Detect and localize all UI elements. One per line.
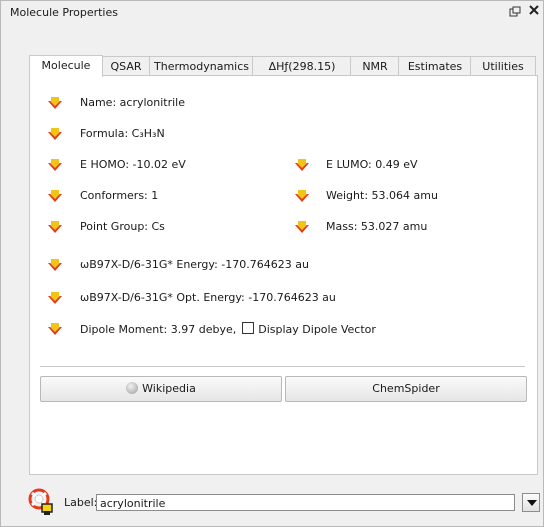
name-label: Name: acrylonitrile bbox=[80, 96, 186, 109]
e-homo-label: E HOMO: -10.02 eV bbox=[80, 158, 186, 171]
property-marker-icon[interactable] bbox=[48, 128, 62, 140]
label-dropdown-button[interactable] bbox=[522, 493, 540, 512]
tab-molecule[interactable]: Molecule bbox=[29, 55, 103, 77]
property-marker-icon[interactable] bbox=[48, 221, 62, 233]
tab-utilities[interactable]: Utilities bbox=[470, 56, 536, 76]
title-bar: Molecule Properties bbox=[1, 1, 543, 25]
wikipedia-button-label: Wikipedia bbox=[142, 382, 196, 395]
property-marker-icon[interactable] bbox=[295, 159, 309, 171]
property-marker-icon[interactable] bbox=[48, 259, 62, 271]
weight-label: Weight: 53.064 amu bbox=[326, 189, 438, 202]
label-prefix: Label: bbox=[64, 496, 98, 509]
pointgroup-mass-row: Point Group: Cs Mass: 53.027 amu bbox=[30, 220, 530, 236]
molecule-label-icon[interactable] bbox=[27, 488, 57, 516]
chemspider-button-label: ChemSpider bbox=[372, 382, 440, 395]
window-title: Molecule Properties bbox=[10, 6, 118, 19]
display-dipole-checkbox[interactable] bbox=[242, 322, 255, 334]
dipole-row: Dipole Moment: 3.97 debye, Display Dipole… bbox=[30, 322, 510, 338]
conformers-label: Conformers: 1 bbox=[80, 189, 159, 202]
display-dipole-label[interactable]: Display Dipole Vector bbox=[258, 323, 376, 336]
tab-qsar[interactable]: QSAR bbox=[101, 56, 151, 76]
wikipedia-button[interactable]: Wikipedia bbox=[40, 376, 282, 402]
molecule-properties-window: Molecule Properties Molecule QSAR Thermo… bbox=[0, 0, 544, 527]
e-lumo-label: E LUMO: 0.49 eV bbox=[326, 158, 418, 171]
point-group-label: Point Group: Cs bbox=[80, 220, 165, 233]
property-marker-icon[interactable] bbox=[48, 159, 62, 171]
property-marker-icon[interactable] bbox=[48, 323, 62, 335]
wikipedia-globe-icon bbox=[126, 382, 139, 394]
property-marker-icon[interactable] bbox=[295, 190, 309, 202]
molecule-label-input[interactable]: acrylonitrile bbox=[96, 494, 515, 511]
mass-label: Mass: 53.027 amu bbox=[326, 220, 428, 233]
panel-divider bbox=[40, 366, 525, 367]
molecule-tab-panel: Name: acrylonitrile Formula: C₃H₃N E HOM… bbox=[29, 75, 538, 475]
tab-estimates[interactable]: Estimates bbox=[398, 56, 472, 76]
conformers-weight-row: Conformers: 1 Weight: 53.064 amu bbox=[30, 189, 530, 205]
dipole-line: Dipole Moment: 3.97 debye, Display Dipole… bbox=[80, 322, 376, 337]
formula-label: Formula: C₃H₃N bbox=[80, 127, 165, 140]
name-row: Name: acrylonitrile bbox=[30, 96, 330, 112]
tab-nmr[interactable]: NMR bbox=[350, 56, 400, 76]
opt-energy-label: ωB97X-D/6-31G* Opt. Energy: -170.764623 … bbox=[80, 291, 336, 304]
formula-row: Formula: C₃H₃N bbox=[30, 127, 330, 143]
homo-lumo-row: E HOMO: -10.02 eV E LUMO: 0.49 eV bbox=[30, 158, 530, 174]
property-marker-icon[interactable] bbox=[48, 190, 62, 202]
chemspider-button[interactable]: ChemSpider bbox=[285, 376, 527, 402]
property-marker-icon[interactable] bbox=[48, 292, 62, 304]
property-marker-icon[interactable] bbox=[295, 221, 309, 233]
float-window-icon[interactable] bbox=[509, 6, 521, 18]
opt-energy-row: ωB97X-D/6-31G* Opt. Energy: -170.764623 … bbox=[30, 291, 510, 307]
tab-thermodynamics[interactable]: Thermodynamics bbox=[149, 56, 254, 76]
dipole-moment-label: Dipole Moment: 3.97 debye, bbox=[80, 323, 237, 336]
tab-heat-of-formation[interactable]: ΔHƒ(298.15) bbox=[252, 56, 352, 76]
energy-label: ωB97X-D/6-31G* Energy: -170.764623 au bbox=[80, 258, 309, 271]
property-marker-icon[interactable] bbox=[48, 97, 62, 109]
energy-row: ωB97X-D/6-31G* Energy: -170.764623 au bbox=[30, 258, 510, 274]
close-icon[interactable] bbox=[528, 4, 542, 18]
